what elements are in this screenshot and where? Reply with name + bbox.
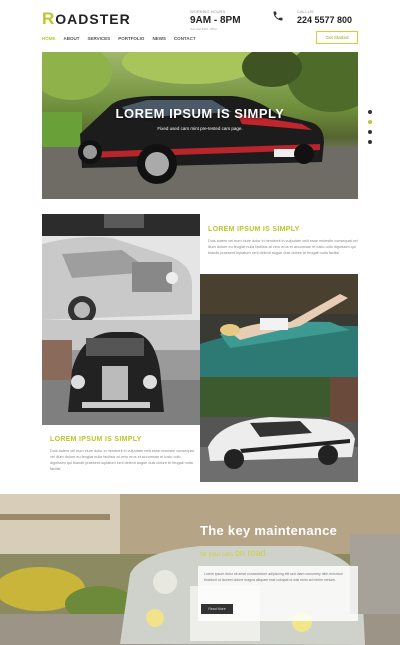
read-more-button[interactable]: Read More [201,604,233,614]
hero-slider: LOREM IPSUM IS SIMPLY Fixed used cars mi… [42,52,358,199]
main-nav: HOME ABOUT SERVICES PORTFOLIO NEWS CONTA… [42,36,196,41]
nav-news[interactable]: NEWS [152,36,166,41]
get-started-button[interactable]: Get Started [316,31,358,44]
site-logo[interactable]: ROADSTER [42,9,131,29]
white-sports-car-image [200,377,358,482]
hours-label: Working Hours [190,9,226,14]
phone-contact: Call Us 224 5577 800 [297,9,352,25]
vintage-silver-car-image [42,214,200,320]
section-two-body: Duis autem vel eum iriure dolor in hendr… [50,449,194,471]
slider-dot-2[interactable] [368,120,372,124]
slider-dot-4[interactable] [368,140,372,144]
working-hours: Working Hours 9AM - 8PM Sun-Sat 9AM - 8P… [190,9,241,31]
slider-pagination [368,110,372,144]
section-one-body: Duis autem vel eum iriure dolor in hendr… [208,239,358,255]
section-two-text: LOREM IPSUM IS SIMPLY Duis autem vel eum… [50,436,196,472]
black-vintage-car-photo [42,320,200,425]
woman-on-car-photo [200,274,358,377]
slider-dot-3[interactable] [368,130,372,134]
logo-initial: R [42,9,56,28]
hero-title: LOREM IPSUM IS SIMPLY [115,106,285,121]
banner-subtitle: for your cars on road [200,548,266,558]
black-vintage-car-image [42,320,200,425]
hours-value: 9AM - 8PM [190,15,241,26]
banner-subtitle-small: for your cars [200,552,234,558]
nav-about[interactable]: ABOUT [64,36,80,41]
phone-icon [273,11,283,21]
vintage-silver-car-photo [42,214,200,320]
section-two-heading: LOREM IPSUM IS SIMPLY [50,436,142,443]
logo-text: OADSTER [55,11,131,27]
banner-body: Lorem ipsum dolor sit amet consectetuer … [204,572,343,582]
white-sports-car-photo [200,377,358,482]
nav-home[interactable]: HOME [42,36,56,41]
nav-services[interactable]: SERVICES [88,36,111,41]
banner-title: The key maintenance [200,523,338,538]
nav-portfolio[interactable]: PORTFOLIO [118,36,144,41]
site-header: ROADSTER Working Hours 9AM - 8PM Sun-Sat… [0,0,400,50]
phone-number[interactable]: 224 5577 800 [297,15,352,25]
nav-contact[interactable]: CONTACT [174,36,196,41]
section-one-text: LOREM IPSUM IS SIMPLY Duis autem vel eum… [208,226,358,256]
hero-subtitle: Fixed used cars mint pre-tested cars pag… [157,126,243,131]
hours-sub: Sun-Sat 9AM - 8PM [190,27,217,31]
phone-label: Call Us [297,9,314,14]
banner-subtitle-big: on road [235,548,266,558]
slider-dot-1[interactable] [368,110,372,114]
woman-on-car-image [200,274,358,377]
section-one-heading: LOREM IPSUM IS SIMPLY [208,226,300,233]
